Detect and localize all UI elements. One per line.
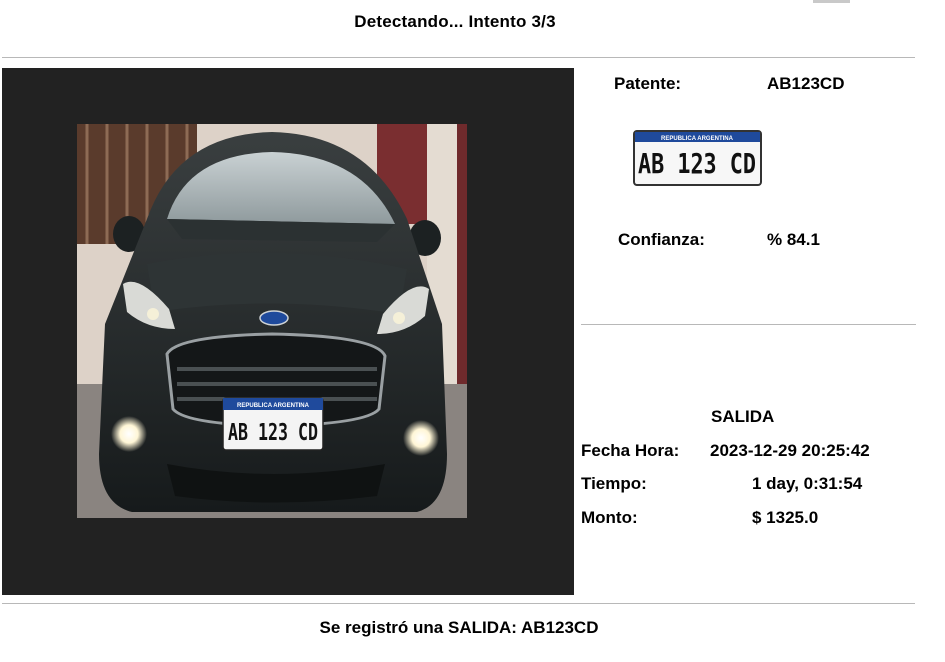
time-value: 1 day, 0:31:54 <box>752 474 863 493</box>
right-divider <box>581 324 916 325</box>
detection-status: Detectando... Intento 3/3 <box>354 12 556 31</box>
plate-value: AB123CD <box>767 74 845 93</box>
amount-value: $ 1325.0 <box>752 508 819 527</box>
plate-thumbnail: REPUBLICA ARGENTINA AB 123 CD <box>633 130 762 186</box>
event-title: SALIDA <box>711 407 775 426</box>
registration-message: Se registró una SALIDA: AB123CD <box>319 618 599 637</box>
amount-label: Monto: <box>581 508 638 527</box>
confidence-value: % 84.1 <box>767 230 820 249</box>
time-label: Tiempo: <box>581 474 647 493</box>
car-plate-text: AB 123 CD <box>228 420 318 446</box>
window-corner-mark <box>813 0 850 3</box>
confidence-label: Confianza: <box>618 230 705 249</box>
plate-label: Patente: <box>614 74 682 93</box>
camera-panel: REPUBLICA ARGENTINA AB 123 CD <box>2 68 574 595</box>
top-divider <box>2 57 915 58</box>
car-photo: REPUBLICA ARGENTINA AB 123 CD <box>77 124 467 518</box>
bottom-divider <box>2 603 915 604</box>
datetime-label: Fecha Hora: <box>581 441 680 460</box>
thumb-plate-country: REPUBLICA ARGENTINA <box>661 136 734 142</box>
car-license-plate: REPUBLICA ARGENTINA AB 123 CD <box>222 397 324 451</box>
datetime-value: 2023-12-29 20:25:42 <box>710 441 870 460</box>
thumb-plate-text: AB 123 CD <box>638 147 756 180</box>
car-plate-country: REPUBLICA ARGENTINA <box>237 403 310 409</box>
